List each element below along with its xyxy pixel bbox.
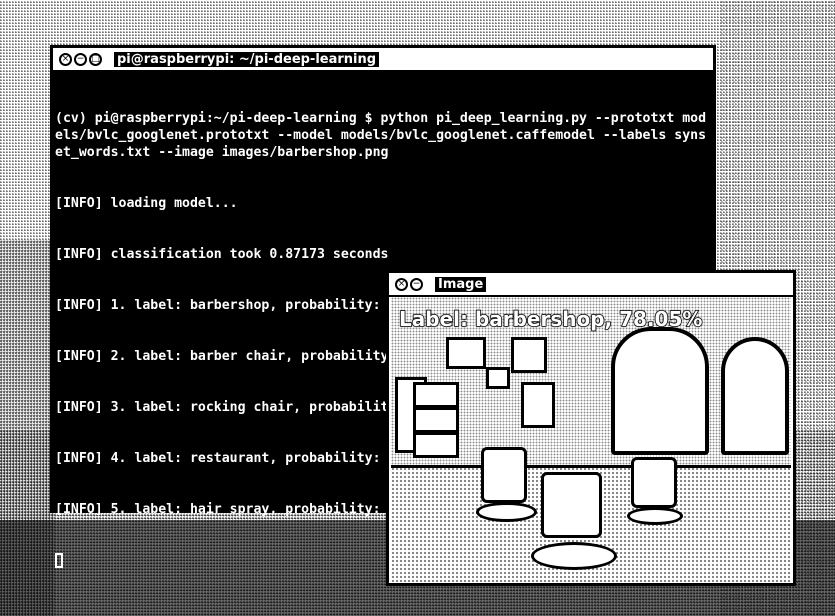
terminal-output-line: [INFO] classification took 0.87173 secon… <box>55 247 389 262</box>
terminal-title: pi@raspberrypi: ~/pi-deep-learning <box>114 51 380 67</box>
barbershop-photo: Label: barbershop, 78.05% <box>391 297 791 583</box>
classification-label: Label: barbershop, 78.05% <box>398 306 703 332</box>
maximize-icon[interactable]: □ <box>89 52 102 66</box>
terminal-titlebar[interactable]: × − □ pi@raspberrypi: ~/pi-deep-learning <box>53 48 713 72</box>
terminal-cursor <box>55 552 63 568</box>
close-icon[interactable]: × <box>395 277 408 291</box>
image-window-titlebar[interactable]: × − Image <box>389 273 793 297</box>
close-icon[interactable]: × <box>59 52 72 66</box>
terminal-output-line: [INFO] loading model... <box>55 196 238 211</box>
image-window-title: Image <box>435 276 487 292</box>
minimize-icon[interactable]: − <box>410 277 423 291</box>
image-window[interactable]: × − Image Label: barbershop, 78.05% <box>386 270 796 586</box>
minimize-icon[interactable]: − <box>74 52 87 66</box>
terminal-command-line: (cv) pi@raspberrypi:~/pi-deep-learning $… <box>55 111 707 160</box>
